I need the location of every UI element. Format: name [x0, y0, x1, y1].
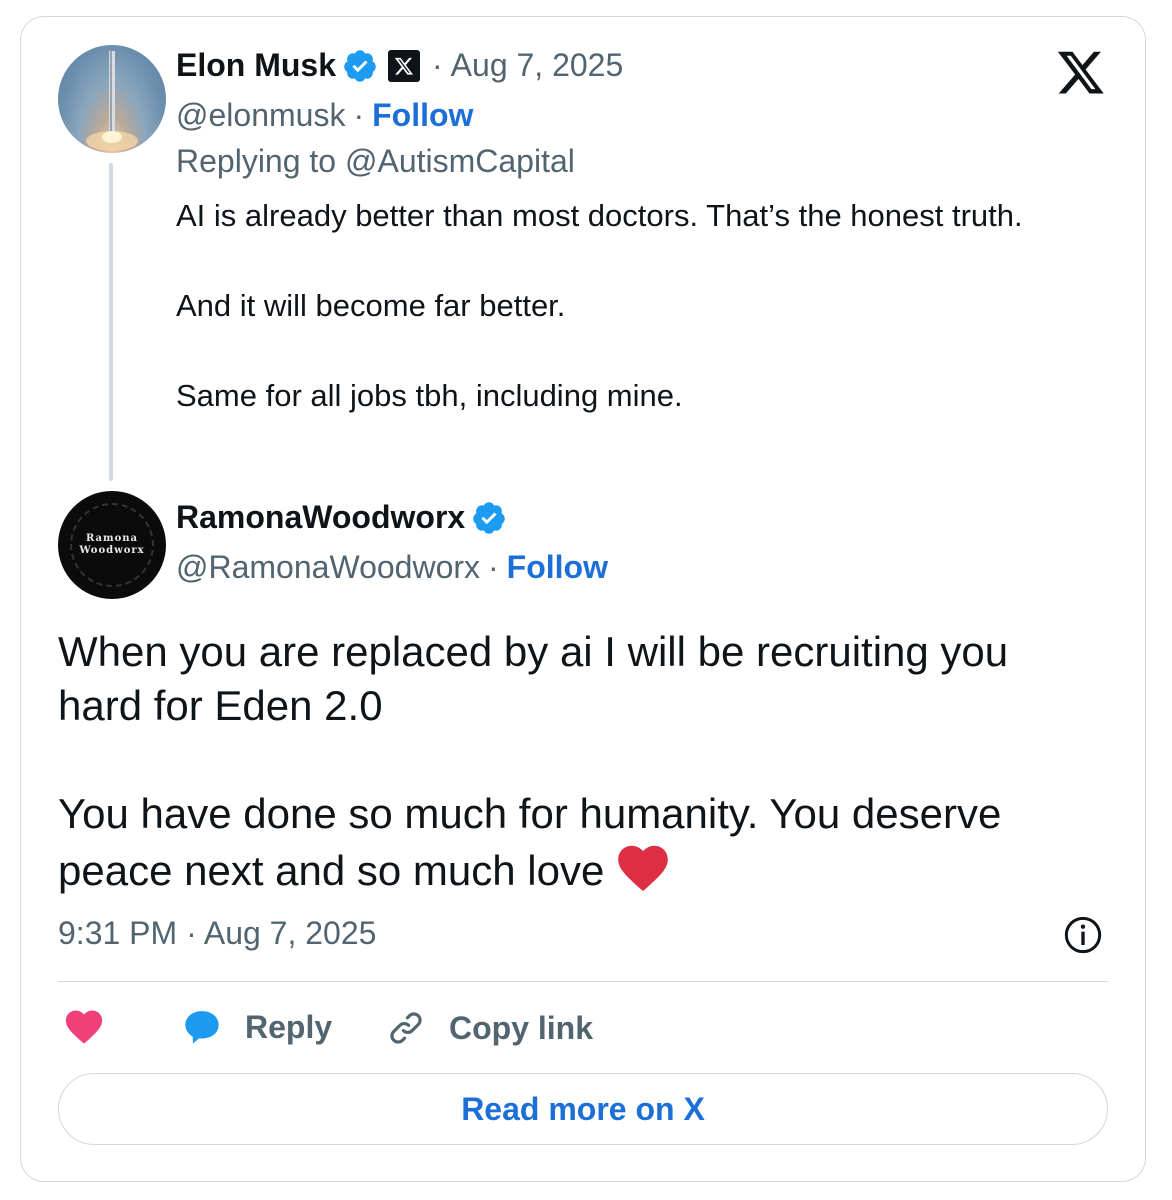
handle-separator: ·	[488, 549, 499, 585]
reply-paragraph: When you are replaced by ai I will be re…	[58, 628, 1009, 729]
replying-to-label[interactable]: Replying to @AutismCapital	[176, 143, 575, 180]
parent-handle-row: @elonmusk · Follow	[176, 97, 473, 134]
x-affiliate-icon	[388, 49, 421, 82]
rocket-launch-image	[86, 51, 138, 151]
author-display-name[interactable]: RamonaWoodworx	[176, 499, 465, 536]
read-more-button[interactable]: Read more on X	[58, 1073, 1108, 1145]
author-handle[interactable]: @elonmusk	[176, 97, 345, 134]
parent-paragraph: And it will become far better.	[176, 288, 566, 323]
verified-badge-icon	[344, 49, 376, 82]
reply-author-row: RamonaWoodworx	[176, 499, 507, 536]
info-icon[interactable]	[1063, 915, 1103, 955]
avatar-ramonawoodworx[interactable]: Ramona Woodworx	[58, 491, 166, 599]
reply-handle-row: @RamonaWoodworx · Follow	[176, 549, 608, 586]
separator-dot: ·	[432, 47, 443, 83]
red-heart-emoji	[618, 845, 669, 892]
reply-button[interactable]: Reply	[181, 1007, 332, 1047]
link-icon	[390, 1012, 422, 1044]
parent-author-row: Elon Musk · Aug 7, 2025	[176, 47, 623, 84]
parent-date[interactable]: Aug 7, 2025	[451, 47, 624, 84]
parent-tweet-text: AI is already better than most doctors. …	[176, 193, 1076, 418]
like-button[interactable]	[63, 1007, 105, 1045]
x-logo-icon[interactable]	[1055, 47, 1107, 97]
avatar-elon-musk[interactable]	[58, 45, 166, 153]
parent-paragraph: Same for all jobs tbh, including mine.	[176, 378, 683, 413]
follow-button[interactable]: Follow	[507, 549, 608, 586]
divider	[58, 981, 1108, 982]
follow-button[interactable]: Follow	[372, 97, 473, 134]
author-display-name[interactable]: Elon Musk	[176, 47, 336, 84]
copy-link-button[interactable]: Copy link	[385, 1007, 593, 1049]
reply-paragraph-with-emoji: You have done so much for humanity. You …	[58, 787, 1098, 898]
reply-timestamp[interactable]: 9:31 PM · Aug 7, 2025	[58, 915, 376, 952]
reply-tweet-text: When you are replaced by ai I will be re…	[58, 625, 1098, 898]
reply-label: Reply	[245, 1008, 333, 1045]
copy-link-label: Copy link	[449, 1009, 594, 1046]
saw-blade-ring	[70, 503, 154, 587]
parent-paragraph: AI is already better than most doctors. …	[176, 198, 1023, 233]
reply-paragraph: You have done so much for humanity. You …	[58, 790, 1002, 894]
thread-connector-line	[109, 163, 113, 481]
speech-bubble-icon	[185, 1011, 219, 1044]
tweet-embed-card: Elon Musk · Aug 7, 2025 @elonmusk · Foll…	[20, 16, 1146, 1182]
handle-separator: ·	[353, 97, 365, 133]
heart-icon	[65, 1010, 103, 1044]
author-handle[interactable]: @RamonaWoodworx	[176, 549, 480, 586]
verified-badge-icon	[473, 501, 505, 534]
